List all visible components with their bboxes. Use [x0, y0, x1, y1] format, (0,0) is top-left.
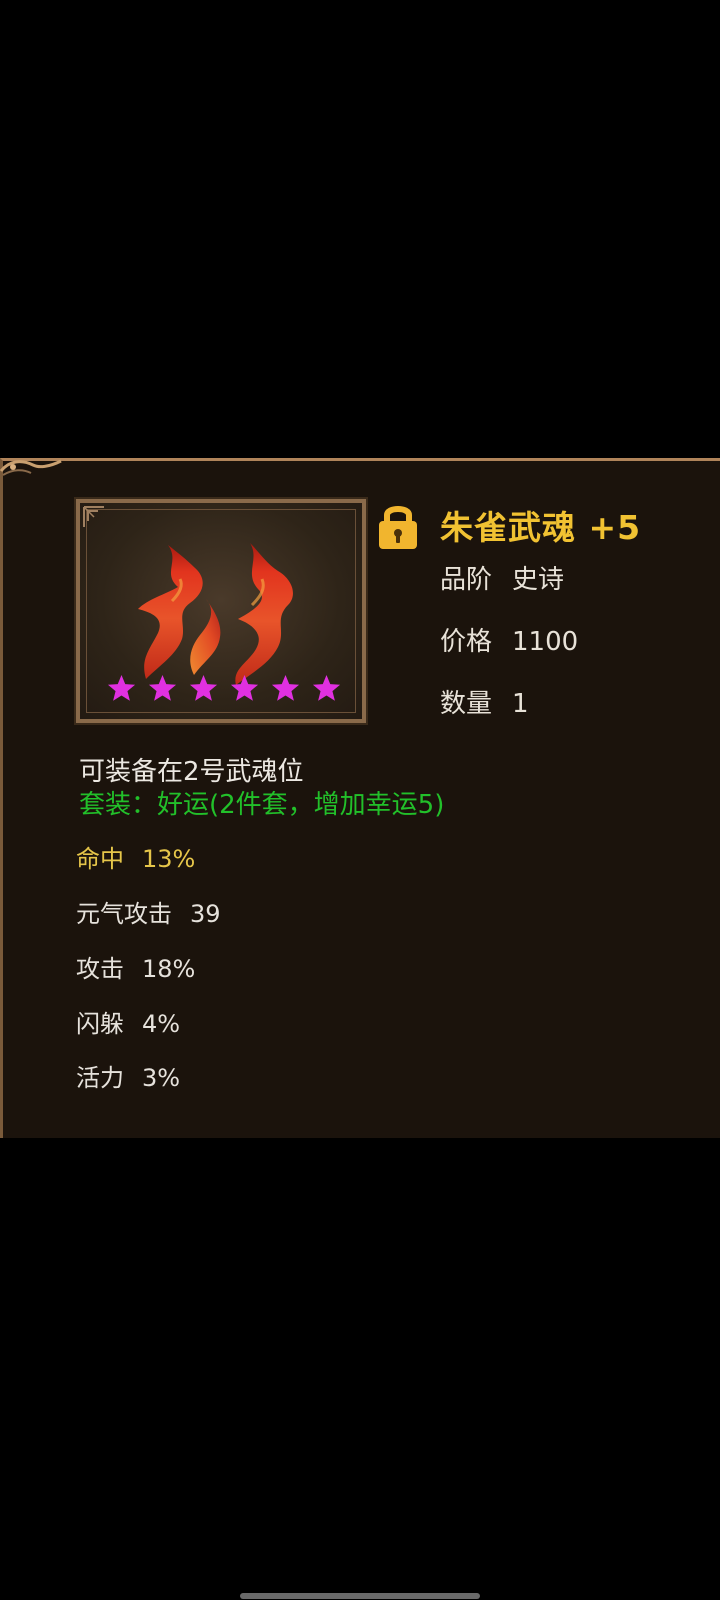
stat-label: 命中	[76, 845, 124, 873]
stat-value: 39	[190, 900, 221, 928]
stat-value: 3%	[142, 1064, 181, 1092]
star-icon	[189, 674, 218, 701]
price-label: 价格	[440, 627, 493, 657]
star-icon	[148, 674, 177, 701]
quality-value: 史诗	[512, 565, 565, 595]
quantity-label: 数量	[440, 689, 493, 719]
corner-ornament-icon	[0, 459, 62, 476]
star-rating	[106, 673, 342, 704]
stat-value: 13%	[142, 845, 196, 873]
star-icon	[312, 674, 341, 701]
home-indicator[interactable]	[240, 1593, 480, 1599]
stat-label: 元气攻击	[76, 900, 172, 928]
star-icon	[271, 674, 300, 701]
item-quantity-row: 数量 1	[440, 683, 529, 720]
stat-row-attack: 攻击 18%	[76, 949, 195, 984]
quality-label: 品阶	[440, 565, 493, 595]
padlock-icon[interactable]	[373, 501, 423, 551]
star-icon	[230, 674, 259, 701]
stat-value: 4%	[142, 1010, 181, 1038]
frame-corner-ornament-icon	[83, 506, 104, 527]
stat-label: 活力	[76, 1064, 124, 1092]
item-price-row: 价格 1100	[440, 621, 578, 658]
stat-row-energy-attack: 元气攻击 39	[76, 894, 221, 929]
flame-soul-icon	[138, 543, 293, 685]
stat-row-hit: 命中 13%	[76, 839, 195, 874]
stat-label: 闪躲	[76, 1010, 124, 1038]
equip-slot-text: 可装备在2号武魂位	[79, 757, 304, 787]
star-icon	[107, 674, 136, 701]
stat-row-vitality: 活力 3%	[76, 1058, 180, 1093]
set-bonus-text: 套装：好运(2件套，增加幸运5)	[79, 790, 445, 820]
price-value: 1100	[512, 627, 579, 657]
screen: 朱雀武魂 +5 品阶 史诗 价格 1100 数量 1 可装备在2号武魂位 套装：好运(…	[0, 0, 720, 1600]
stat-label: 攻击	[76, 955, 124, 983]
item-detail-panel: 朱雀武魂 +5 品阶 史诗 价格 1100 数量 1 可装备在2号武魂位 套装：好运(…	[0, 458, 720, 1138]
item-quality-row: 品阶 史诗	[440, 559, 564, 596]
quantity-value: 1	[512, 689, 529, 719]
stat-value: 18%	[142, 955, 196, 983]
stat-row-dodge: 闪躲 4%	[76, 1004, 180, 1039]
item-name: 朱雀武魂 +5	[440, 508, 642, 547]
item-icon-frame[interactable]	[74, 497, 368, 725]
